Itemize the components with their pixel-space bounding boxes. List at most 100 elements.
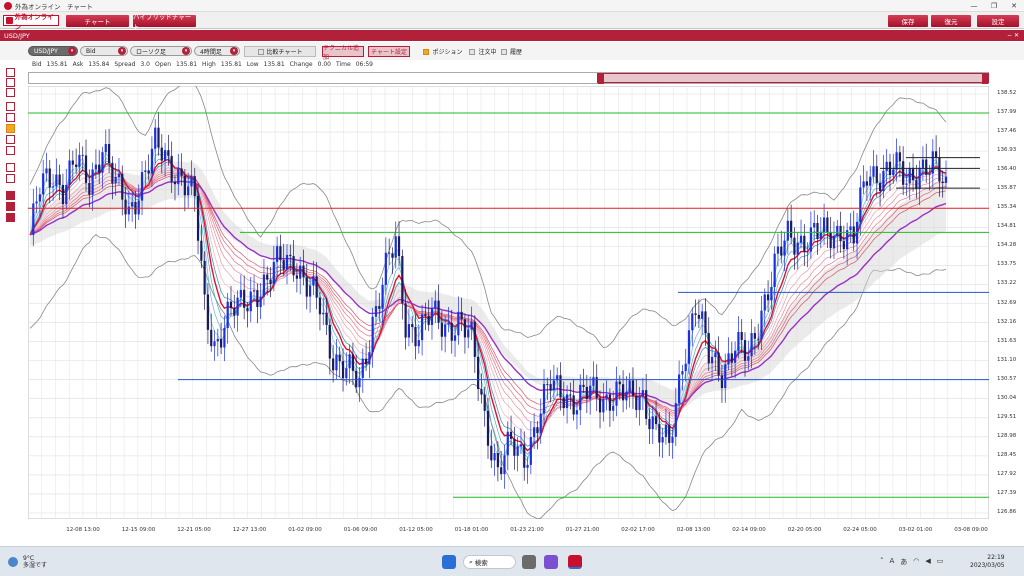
- candle-body: [424, 314, 427, 316]
- candle-body: [345, 368, 348, 379]
- ray-tool-icon[interactable]: [6, 113, 15, 122]
- chart-settings-button[interactable]: チャート設定: [368, 46, 410, 57]
- chart-navigator[interactable]: [28, 72, 989, 84]
- navigator-left-handle[interactable]: [598, 74, 604, 84]
- candle-body: [457, 311, 460, 336]
- save-drawing-icon[interactable]: [6, 213, 15, 222]
- candle-body: [124, 199, 127, 215]
- candle-body: [865, 181, 869, 186]
- candle-body: [879, 182, 882, 191]
- candle-body: [727, 353, 730, 365]
- price-type-select[interactable]: Bid ▾: [80, 46, 128, 56]
- save-button[interactable]: 保存: [888, 15, 928, 27]
- candle-body: [539, 413, 542, 434]
- trendline-tool-icon[interactable]: [6, 102, 15, 111]
- candle-body: [546, 384, 549, 385]
- compare-checkbox[interactable]: [257, 48, 264, 55]
- candle-body: [526, 464, 529, 468]
- candle-body: [529, 437, 532, 465]
- text-tool-icon[interactable]: [6, 174, 15, 183]
- crosshair-tool-icon[interactable]: [6, 78, 15, 87]
- start-icon[interactable]: [442, 555, 456, 569]
- position-checkbox[interactable]: [423, 48, 430, 55]
- wifi-icon[interactable]: ◠: [913, 557, 919, 567]
- candle-body: [94, 164, 97, 170]
- hybrid-chart-button[interactable]: ハイブリッドチャート: [133, 13, 196, 31]
- spread-value: 3.0: [140, 61, 150, 68]
- weather-icon: [8, 557, 18, 567]
- orders-checkbox[interactable]: [469, 48, 476, 55]
- volume-icon[interactable]: ◀: [925, 557, 930, 567]
- position-toggle[interactable]: ポジション: [422, 46, 464, 57]
- pair-select[interactable]: USD/JPY ▾: [28, 46, 78, 56]
- candle-body: [503, 455, 506, 475]
- candle-body: [463, 319, 467, 338]
- history-checkbox[interactable]: [500, 48, 507, 55]
- task-view-icon[interactable]: [522, 555, 536, 569]
- candle-body: [743, 340, 747, 361]
- candle-body: [101, 152, 104, 173]
- x-tick-label: 03-08 09:00: [954, 527, 988, 533]
- candle-body: [701, 311, 704, 319]
- period-select[interactable]: 4時間足 ▾: [194, 46, 240, 56]
- candle-body: [430, 308, 434, 325]
- ime-icon[interactable]: あ: [900, 557, 907, 567]
- chart-type-value: ローソク足: [136, 48, 167, 56]
- panel-controls[interactable]: − ✕: [1007, 32, 1019, 39]
- y-tick-label: 138.52: [997, 90, 1017, 96]
- candle-body: [661, 437, 664, 443]
- fx-app-icon[interactable]: [568, 555, 582, 569]
- candle-body: [434, 300, 437, 309]
- cursor-tool-icon[interactable]: [6, 68, 15, 77]
- candle-body: [150, 148, 154, 174]
- candle-body: [312, 276, 315, 286]
- candle-body: [117, 173, 121, 178]
- y-tick-label: 135.34: [997, 204, 1017, 211]
- candle-body: [651, 416, 654, 430]
- chat-icon[interactable]: [544, 555, 558, 569]
- candle-body: [790, 220, 793, 238]
- candle-body: [147, 170, 150, 174]
- battery-icon[interactable]: ▭: [937, 557, 944, 567]
- delete-tool-icon[interactable]: [6, 191, 15, 200]
- channel-tool-icon[interactable]: [6, 146, 15, 155]
- candle-body: [206, 294, 210, 330]
- candle-body: [71, 160, 74, 165]
- candle-body: [681, 371, 684, 375]
- navigator-window[interactable]: [597, 73, 989, 84]
- add-technical-button[interactable]: テクニカル追加: [322, 45, 364, 61]
- compare-label: 比較チャート: [266, 49, 303, 56]
- close-button[interactable]: ✕: [1004, 2, 1024, 10]
- weather-widget[interactable]: 9°C 多湿です: [8, 555, 47, 569]
- horizontal-line-tool-icon[interactable]: [6, 124, 15, 133]
- fibonacci-tool-icon[interactable]: [6, 163, 15, 172]
- language-icon[interactable]: A: [890, 557, 895, 567]
- price-chart[interactable]: [28, 86, 989, 519]
- delete-all-tool-icon[interactable]: [6, 202, 15, 211]
- chart-type-select[interactable]: ローソク足 ▾: [130, 46, 192, 56]
- candle-body: [882, 170, 885, 191]
- y-tick-label: 128.98: [997, 432, 1017, 439]
- candle-body: [753, 333, 756, 339]
- history-toggle[interactable]: 履歴: [499, 46, 524, 57]
- compare-chart-button[interactable]: 比較チャート: [244, 46, 316, 57]
- orders-toggle[interactable]: 注文中: [467, 46, 499, 57]
- taskbar-clock[interactable]: 22:19 2023/03/05: [970, 554, 1005, 570]
- settings-button[interactable]: 設定: [977, 15, 1019, 27]
- navigator-right-handle[interactable]: [982, 74, 988, 84]
- taskbar-search[interactable]: ⌕ 検索: [463, 555, 516, 569]
- time-axis: 12-08 13:00 12-15 09:00 12-21 05:00 12-27 1…: [28, 520, 989, 536]
- chart-toolbar: USD/JPY ▾ Bid ▾ ローソク足 ▾ 4時間足 ▾ 比較チャート テク…: [0, 42, 1024, 61]
- minimize-button[interactable]: —: [964, 2, 984, 10]
- candle-body: [266, 274, 269, 280]
- candle-body: [483, 394, 486, 411]
- vertical-line-tool-icon[interactable]: [6, 135, 15, 144]
- x-tick-label: 01-18 01:00: [454, 527, 489, 533]
- pointer-tool-icon[interactable]: [6, 88, 15, 97]
- low-label: Low: [246, 61, 259, 68]
- chart-button[interactable]: チャート: [66, 15, 129, 27]
- restore-button[interactable]: 復元: [931, 15, 971, 27]
- chevron-up-icon[interactable]: ˄: [880, 557, 884, 567]
- y-tick-label: 134.28: [997, 242, 1017, 249]
- maximize-button[interactable]: ❐: [984, 2, 1004, 10]
